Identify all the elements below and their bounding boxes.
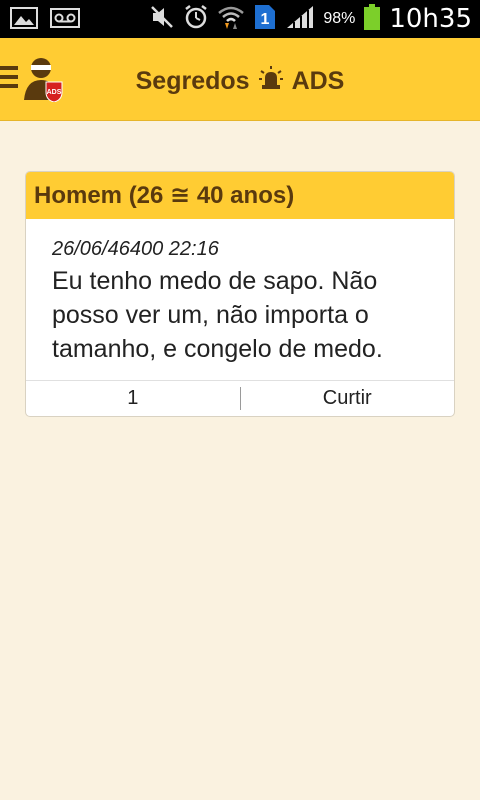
voicemail-icon <box>50 6 80 35</box>
image-icon <box>10 6 38 35</box>
battery-icon <box>363 3 381 36</box>
wifi-icon <box>217 3 245 36</box>
like-count: 1 <box>127 387 139 409</box>
card-footer: 1 Curtir <box>26 380 454 416</box>
svg-text:1: 1 <box>261 11 270 28</box>
post-date: 26/06/46400 22:16 <box>52 238 219 260</box>
app-title-right: ADS <box>291 67 345 95</box>
like-button[interactable]: Curtir <box>241 381 455 416</box>
siren-icon <box>258 65 284 98</box>
sim-icon: 1 <box>253 3 277 36</box>
app-title: Segredos ADS <box>0 65 480 98</box>
clock: 10h35 <box>389 4 472 34</box>
mute-icon <box>149 4 175 35</box>
battery-percent: 98% <box>323 10 356 27</box>
secret-card[interactable]: Homem (26 ≅ 40 anos) 26/06/46400 22:16 E… <box>25 171 455 417</box>
app-title-left: Segredos <box>135 67 250 95</box>
alarm-icon <box>183 4 209 35</box>
card-header: Homem (26 ≅ 40 anos) <box>26 172 454 219</box>
post-text: Eu tenho medo de sapo. Não posso ver um,… <box>52 267 383 363</box>
signal-icon <box>285 4 315 35</box>
status-bar: 1 98% 10h35 <box>0 0 480 38</box>
app-bar: ADS Segredos ADS <box>0 38 480 121</box>
